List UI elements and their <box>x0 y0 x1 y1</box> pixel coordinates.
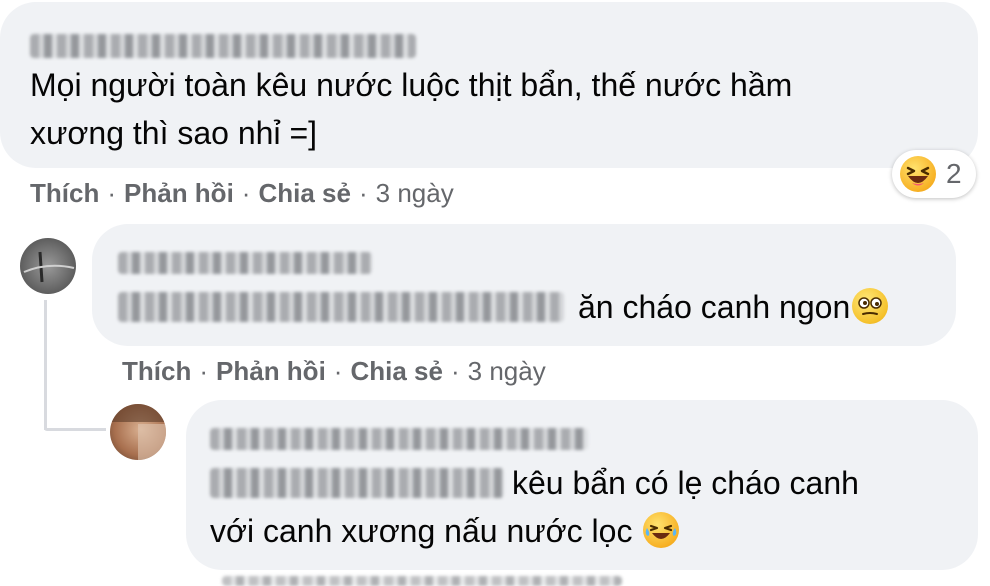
comment-text: ăn cháo canh ngon <box>578 284 889 330</box>
timestamp[interactable]: 3 ngày <box>468 356 546 386</box>
reaction-count: 2 <box>946 158 962 189</box>
separator: · <box>333 356 343 386</box>
comment-bubble-1: Mọi người toàn kêu nước luộc thịt bẩn, t… <box>0 2 978 168</box>
thread-connector-vertical <box>44 300 47 430</box>
comment-text-line-2: với canh xương nấu nước lọc <box>210 508 680 554</box>
separator: · <box>450 356 460 386</box>
timestamp[interactable]: 3 ngày <box>376 178 454 208</box>
avatar[interactable] <box>20 238 76 294</box>
avatar[interactable] <box>110 404 166 460</box>
comment-text-line-1: Mọi người toàn kêu nước luộc thịt bẩn, t… <box>30 67 793 103</box>
comment-text-content: với canh xương nấu nước lọc <box>210 513 633 549</box>
next-comment-redacted <box>222 576 622 586</box>
mentioned-user-redacted[interactable] <box>118 292 564 322</box>
comment-bubble-3: kêu bẩn có lẹ cháo canh với canh xương n… <box>186 400 978 570</box>
comment-text-line-1: kêu bẩn có lẹ cháo canh <box>512 465 859 501</box>
share-button[interactable]: Chia sẻ <box>258 178 351 208</box>
comment-bubble-2: ăn cháo canh ngon <box>92 224 956 346</box>
comment-actions-1: Thích · Phản hồi · Chia sẻ · 3 ngày <box>30 178 454 209</box>
comment-text-content: ăn cháo canh ngon <box>578 289 851 325</box>
reaction-summary[interactable]: 2 <box>892 150 976 198</box>
author-name-redacted[interactable] <box>210 428 588 450</box>
share-button[interactable]: Chia sẻ <box>350 356 443 386</box>
comment-actions-2: Thích · Phản hồi · Chia sẻ · 3 ngày <box>122 356 546 387</box>
mentioned-user-redacted[interactable] <box>210 468 504 498</box>
crying-laughing-emoji-icon <box>643 512 680 548</box>
separator: · <box>241 178 251 208</box>
like-button[interactable]: Thích <box>122 356 191 386</box>
dizzy-face-emoji-icon <box>852 288 889 324</box>
author-name-redacted[interactable] <box>30 34 416 58</box>
separator: · <box>358 178 368 208</box>
author-name-redacted[interactable] <box>118 252 372 274</box>
thread-connector-horizontal <box>44 428 106 431</box>
separator: · <box>199 356 209 386</box>
reply-button[interactable]: Phản hồi <box>124 178 234 208</box>
reply-button[interactable]: Phản hồi <box>216 356 326 386</box>
comment-text-line-2: xương thì sao nhỉ =] <box>30 115 318 151</box>
laughing-emoji-icon <box>900 156 936 192</box>
separator: · <box>107 178 117 208</box>
like-button[interactable]: Thích <box>30 178 99 208</box>
